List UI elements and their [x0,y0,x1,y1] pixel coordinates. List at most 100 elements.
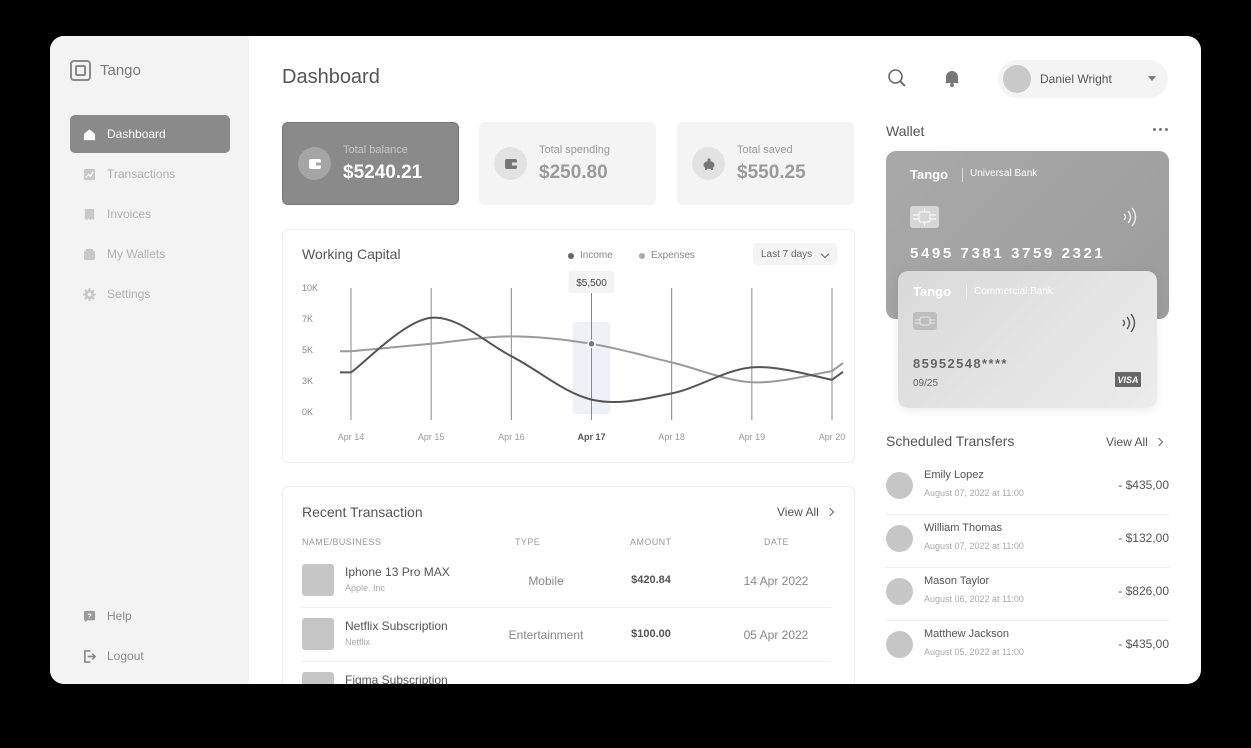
column-header-date: DATE [764,537,789,547]
list-item[interactable]: Matthew Jackson August 05, 2022 at 11:00… [886,621,1169,673]
transaction-name: Iphone 13 Pro MAX [345,565,450,579]
sidebar-item-label: Dashboard [107,127,166,141]
sidebar-item-label: My Wallets [107,247,166,261]
app-name: Tango [100,62,141,79]
more-options-icon[interactable] [1153,128,1168,131]
transfer-name: William Thomas [924,522,1003,534]
date-range-select[interactable]: Last 7 days [753,243,837,265]
transaction-amount: $100.00 [631,628,671,640]
stat-label: Total balance [343,143,408,156]
avatar [886,472,913,499]
transfer-date: August 05, 2022 at 11:00 [924,647,1024,657]
card-number: 85952548**** [913,356,1008,371]
logo: Tango [70,60,141,81]
search-icon[interactable] [887,68,907,88]
wallet-title: Wallet [886,123,925,139]
y-tick-label: 7K [302,314,313,324]
transfer-amount: - $435,00 [1118,478,1169,492]
sidebar-item-label: Transactions [107,167,176,181]
list-item[interactable]: William Thomas August 07, 2022 at 11:00 … [886,515,1169,568]
svg-text:?: ? [87,611,92,620]
chip-icon [910,206,939,228]
sidebar: Tango Dashboard Transactions Invoices My… [50,36,249,684]
stat-value: $550.25 [737,161,806,183]
contactless-icon [1121,206,1139,233]
transaction-thumbnail [302,672,334,684]
transaction-thumbnail [302,618,334,650]
y-tick-label: 0K [302,407,313,417]
transfer-amount: - $435,00 [1118,637,1169,651]
chevron-down-icon [1148,76,1156,81]
avatar [886,525,913,552]
panel-title: Working Capital [302,246,401,262]
sidebar-item-label: Logout [107,649,144,663]
sidebar-item-invoices[interactable]: Invoices [70,195,230,233]
transfer-amount: - $826,00 [1118,584,1169,598]
x-tick-label: Apr 15 [418,432,445,442]
sidebar-item-label: Help [107,609,132,623]
transaction-thumbnail [302,564,334,596]
list-item[interactable]: Emily Lopez August 07, 2022 at 11:00 - $… [886,462,1169,515]
legend-dot [639,252,645,259]
chevron-right-icon [1154,437,1164,447]
avatar [1003,65,1031,93]
sidebar-item-my-wallets[interactable]: My Wallets [70,235,230,273]
legend-label: Income [580,250,613,261]
avatar [886,578,913,605]
sidebar-item-label: Settings [107,287,151,301]
contactless-icon [1120,312,1138,339]
chevron-right-icon [825,507,835,517]
legend-income: Income [568,250,613,261]
bank-card-commercial[interactable]: Tango Commercial Bank 85952548**** 09/25… [898,271,1157,408]
y-tick-label: 3K [302,376,313,386]
transaction-date: 05 Apr 2022 [743,628,809,642]
card-number: 5495 7381 3759 2321 [910,245,1106,262]
tooltip-point [587,339,596,349]
stat-card-total-spending[interactable]: Total spending $250.80 [479,122,656,205]
card-brand: Tango [913,284,952,299]
x-tick-label: Apr 20 [819,432,846,442]
transaction-business: Apple. Inc [345,583,386,593]
bell-icon[interactable] [942,68,962,88]
transfer-date: August 07, 2022 at 11:00 [924,488,1024,498]
logout-icon [83,649,96,663]
view-all-transactions-link[interactable]: View All [777,505,835,519]
table-row[interactable]: Figma Subscription [301,661,831,684]
transfer-amount: - $132,00 [1118,531,1169,545]
logo-icon [70,60,91,81]
transaction-name: Figma Subscription [345,673,448,684]
transfer-name: Mason Taylor [924,575,990,587]
y-tick-label: 10K [302,283,318,293]
column-header-name: NAME/BUSINESS [302,537,382,547]
sidebar-item-dashboard[interactable]: Dashboard [70,115,230,153]
transfer-name: Matthew Jackson [924,628,1009,640]
app-window: Tango Dashboard Transactions Invoices My… [50,36,1201,684]
chevron-down-icon [820,249,830,259]
recent-transactions-panel: Recent Transaction View All NAME/BUSINES… [282,486,855,684]
user-menu[interactable]: Daniel Wright [998,60,1168,98]
stat-card-total-balance[interactable]: Total balance $5240.21 [282,122,459,205]
sidebar-item-logout[interactable]: Logout [70,637,230,675]
chart-icon [83,168,96,181]
panel-title: Recent Transaction [302,504,423,520]
sidebar-item-help[interactable]: ? Help [70,597,230,635]
transfer-date: August 07, 2022 at 11:00 [924,541,1024,551]
table-row[interactable]: Iphone 13 Pro MAX Apple. Inc Mobile $420… [301,553,831,608]
list-item[interactable]: Mason Taylor August 06, 2022 at 11:00 - … [886,568,1169,621]
x-tick-label: Apr 18 [658,432,685,442]
wallet-icon [494,147,527,180]
sidebar-item-settings[interactable]: Settings [70,275,230,313]
table-row[interactable]: Netflix Subscription Netflix Entertainme… [301,607,831,662]
stat-card-total-saved[interactable]: Total saved $550.25 [677,122,854,205]
transaction-type: Mobile [528,574,564,588]
transaction-business: Netflix [345,637,371,647]
user-name: Daniel Wright [1040,72,1112,86]
transaction-amount: $420.84 [631,574,671,586]
chip-icon [913,312,937,330]
card-bank: Universal Bank [970,168,1038,179]
view-all-scheduled-link[interactable]: View All [1106,435,1164,449]
column-header-type: TYPE [515,537,541,547]
wallet-icon [83,248,96,261]
column-header-amount: AMOUNT [630,537,672,547]
sidebar-item-transactions[interactable]: Transactions [70,155,230,193]
